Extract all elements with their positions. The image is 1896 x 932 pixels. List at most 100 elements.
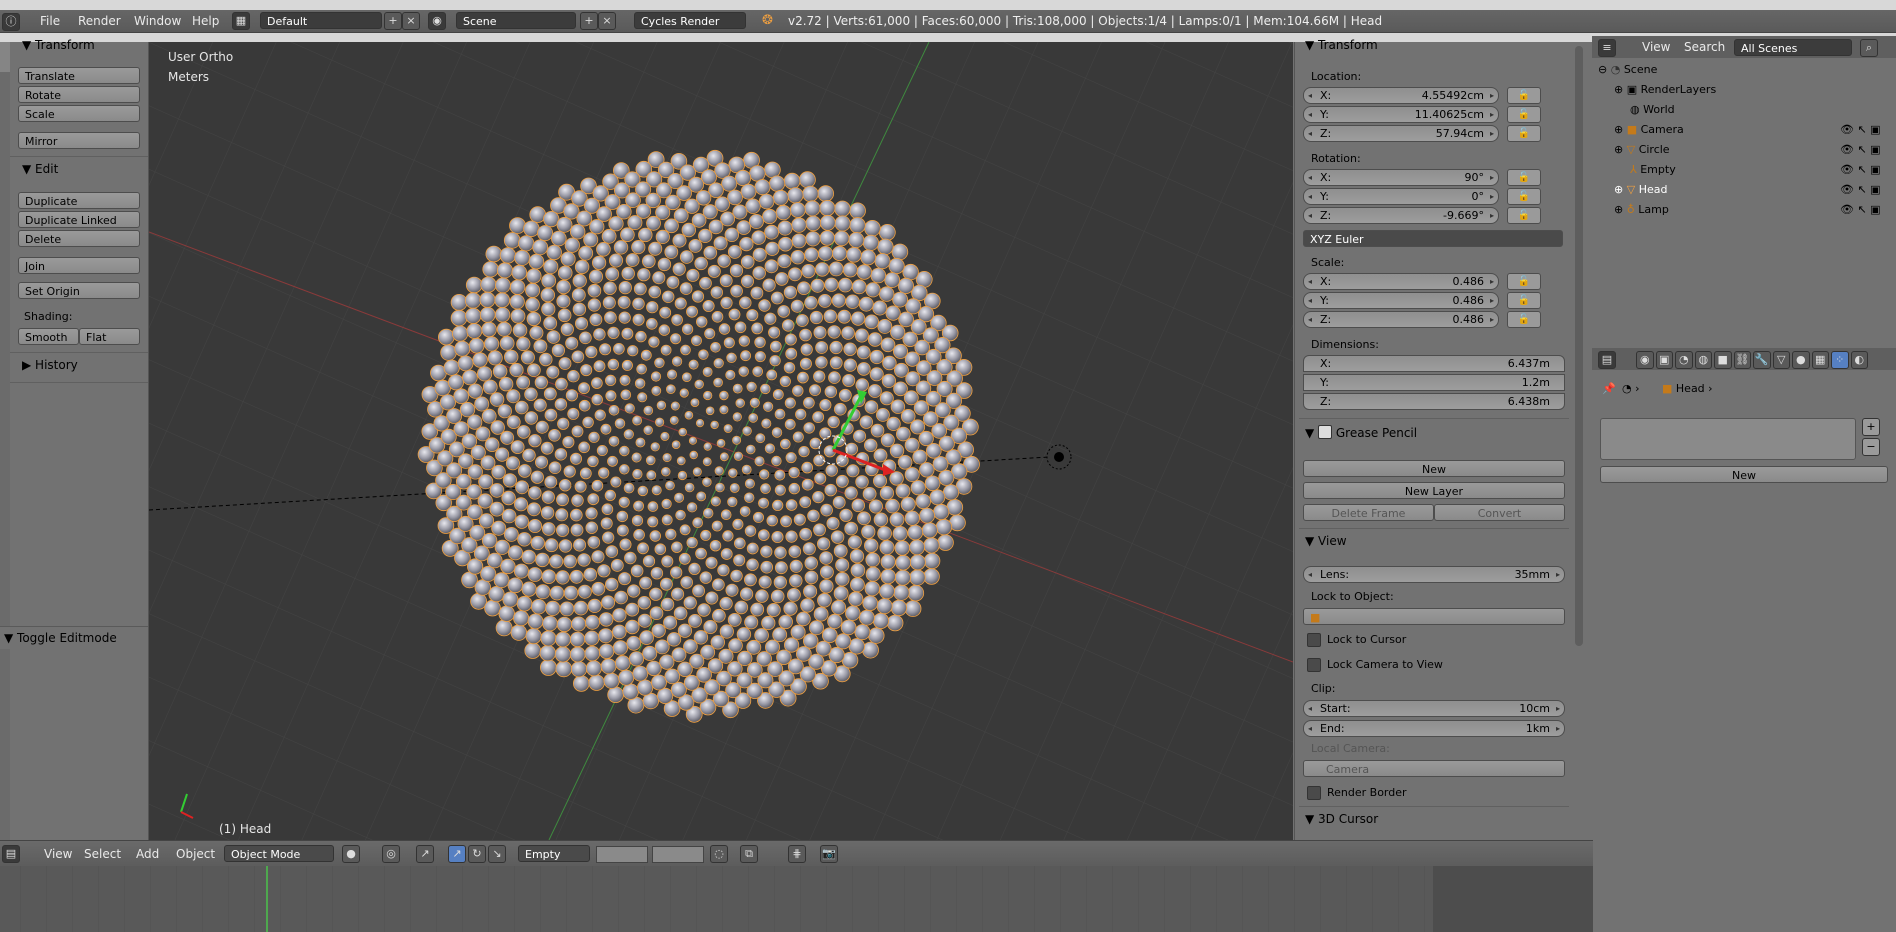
- modifiers-tab-icon[interactable]: 🔧: [1753, 351, 1771, 369]
- lock-location-x-icon[interactable]: 🔓: [1507, 87, 1541, 104]
- gp-delete-frame-button[interactable]: Delete Frame: [1303, 504, 1434, 521]
- layers-tab-icon[interactable]: ▣: [1655, 351, 1673, 369]
- add-menu[interactable]: Add: [136, 847, 159, 861]
- world-tab-icon[interactable]: ◍: [1694, 351, 1712, 369]
- outliner-editor-icon[interactable]: ≡: [1598, 39, 1616, 57]
- outliner-item-camera[interactable]: ⊕ ■ Camera: [1614, 123, 1684, 136]
- current-frame-marker[interactable]: [266, 866, 268, 932]
- add-scene-icon[interactable]: +: [580, 12, 598, 30]
- lock-camera-checkbox[interactable]: [1307, 658, 1321, 672]
- outliner-item-circle[interactable]: ⊕ ▽ Circle: [1614, 143, 1670, 156]
- editor-type-icon[interactable]: ▤: [2, 845, 20, 863]
- lock-rotation-y-icon[interactable]: 🔓: [1507, 188, 1541, 205]
- gp-convert-button[interactable]: Convert: [1434, 504, 1565, 521]
- tab-relations[interactable]: [0, 126, 10, 196]
- dimensions-z-field[interactable]: Z: 6.438m: [1303, 393, 1565, 410]
- layout-field[interactable]: Default: [260, 12, 382, 29]
- timeline[interactable]: [0, 866, 1593, 932]
- lens-field[interactable]: ◂ Lens: 35mm ▸: [1303, 566, 1565, 583]
- smooth-button[interactable]: Smooth: [18, 328, 79, 345]
- scrollbar[interactable]: [1575, 46, 1583, 646]
- history-panel-toggle[interactable]: ▶ History: [22, 358, 78, 372]
- gp-new-layer-button[interactable]: New Layer: [1303, 482, 1565, 499]
- rotation-z-field[interactable]: ◂ Z: -9.669° ▸: [1303, 207, 1499, 224]
- visibility-icon[interactable]: 👁 ↖ ▣: [1840, 183, 1881, 196]
- object-menu[interactable]: Object: [176, 847, 215, 861]
- lock-to-cursor-checkbox[interactable]: [1307, 633, 1321, 647]
- snap-icon[interactable]: ⧉: [740, 845, 758, 863]
- layer-buttons[interactable]: [596, 846, 648, 863]
- lock-scale-y-icon[interactable]: 🔓: [1507, 292, 1541, 309]
- outliner-search-menu[interactable]: Search: [1684, 40, 1725, 54]
- scale-manipulator-icon[interactable]: ↘: [488, 845, 506, 863]
- n-transform-toggle[interactable]: ▼ Transform: [1305, 38, 1378, 52]
- scale-z-field[interactable]: ◂ Z: 0.486 ▸: [1303, 311, 1499, 328]
- lock-rotation-x-icon[interactable]: 🔓: [1507, 169, 1541, 186]
- lock-rotation-z-icon[interactable]: 🔓: [1507, 207, 1541, 224]
- outliner-item-world[interactable]: ◍ World: [1630, 103, 1675, 116]
- rotate-manipulator-icon[interactable]: ↻: [468, 845, 486, 863]
- duplicate-button[interactable]: Duplicate: [18, 192, 140, 209]
- render-engine-select[interactable]: Cycles Render: [634, 12, 746, 29]
- shading-mode-icon[interactable]: ●: [342, 845, 360, 863]
- lock-scale-z-icon[interactable]: 🔓: [1507, 311, 1541, 328]
- edit-panel-toggle[interactable]: ▼ Edit: [22, 162, 58, 176]
- tab-tools[interactable]: [0, 42, 10, 72]
- location-z-field[interactable]: ◂ Z: 57.94cm ▸: [1303, 125, 1499, 142]
- layout-icon[interactable]: ▦: [232, 12, 250, 30]
- lock-object-field[interactable]: ■: [1303, 608, 1565, 625]
- grease-pencil-checkbox[interactable]: [1318, 425, 1333, 439]
- particle-system-list[interactable]: [1600, 418, 1856, 460]
- grease-pencil-toggle[interactable]: ▼ Grease Pencil: [1305, 423, 1417, 440]
- rotation-mode-select[interactable]: XYZ Euler: [1303, 230, 1563, 247]
- render-border-checkbox[interactable]: [1307, 786, 1321, 800]
- properties-editor-icon[interactable]: ▤: [1598, 351, 1616, 369]
- join-button[interactable]: Join: [18, 257, 140, 274]
- outliner-view-menu[interactable]: View: [1642, 40, 1670, 54]
- delete-button[interactable]: Delete: [18, 230, 140, 247]
- menu-render[interactable]: Render: [78, 14, 121, 28]
- outliner-item-head[interactable]: ⊕ ▽ Head: [1614, 183, 1667, 196]
- visibility-icon[interactable]: 👁 ↖ ▣: [1840, 163, 1881, 176]
- outliner-item-renderlayers[interactable]: ⊕ ▣ RenderLayers: [1614, 83, 1716, 96]
- particles-tab-icon[interactable]: ⁘: [1831, 351, 1849, 369]
- data-tab-icon[interactable]: ▽: [1772, 351, 1790, 369]
- duplicate-linked-button[interactable]: Duplicate Linked: [18, 211, 140, 228]
- snap-element-icon[interactable]: ⋕: [788, 845, 806, 863]
- scale-button[interactable]: Scale: [18, 105, 140, 122]
- render-tab-icon[interactable]: ◉: [1636, 351, 1654, 369]
- orientation-select[interactable]: Empty: [518, 845, 590, 862]
- menu-file[interactable]: File: [40, 14, 60, 28]
- visibility-icon[interactable]: 👁 ↖ ▣: [1840, 143, 1881, 156]
- flat-button[interactable]: Flat: [79, 328, 140, 345]
- pin-icon[interactable]: 📌: [1602, 382, 1616, 395]
- physics-tab-icon[interactable]: ◐: [1850, 351, 1868, 369]
- outliner-item-empty[interactable]: ⅄ Empty: [1630, 163, 1676, 176]
- manipulator-icon[interactable]: ↗: [416, 845, 434, 863]
- scale-x-field[interactable]: ◂ X: 0.486 ▸: [1303, 273, 1499, 290]
- operator-panel-toggle[interactable]: ▼ Toggle Editmode: [4, 631, 117, 645]
- lock-location-y-icon[interactable]: 🔓: [1507, 106, 1541, 123]
- transform-panel-toggle[interactable]: ▼ Transform: [22, 38, 95, 52]
- menu-help[interactable]: Help: [192, 14, 219, 28]
- visibility-icon[interactable]: 👁 ↖ ▣: [1840, 203, 1881, 216]
- remove-slot-icon[interactable]: −: [1862, 438, 1880, 456]
- new-particle-button[interactable]: New: [1600, 466, 1888, 483]
- view-panel-toggle[interactable]: ▼ View: [1305, 534, 1347, 548]
- add-layout-icon[interactable]: +: [384, 12, 402, 30]
- rotate-button[interactable]: Rotate: [18, 86, 140, 103]
- display-mode-select[interactable]: All Scenes: [1734, 39, 1852, 56]
- scene-field[interactable]: Scene: [456, 12, 576, 29]
- 3d-cursor-toggle[interactable]: ▼ 3D Cursor: [1305, 812, 1378, 826]
- clip-end-field[interactable]: ◂ End: 1km ▸: [1303, 720, 1565, 737]
- texture-tab-icon[interactable]: ▦: [1811, 351, 1829, 369]
- lock-scale-x-icon[interactable]: 🔓: [1507, 273, 1541, 290]
- editor-type-icon[interactable]: ⓘ: [2, 13, 20, 31]
- layer-buttons[interactable]: [652, 846, 704, 863]
- tab-create[interactable]: [0, 74, 10, 124]
- menu-window[interactable]: Window: [134, 14, 181, 28]
- location-y-field[interactable]: ◂ Y: 11.40625cm ▸: [1303, 106, 1499, 123]
- remove-scene-icon[interactable]: ×: [598, 12, 616, 30]
- translate-button[interactable]: Translate: [18, 67, 140, 84]
- scene-tab-icon[interactable]: ◔: [1675, 351, 1693, 369]
